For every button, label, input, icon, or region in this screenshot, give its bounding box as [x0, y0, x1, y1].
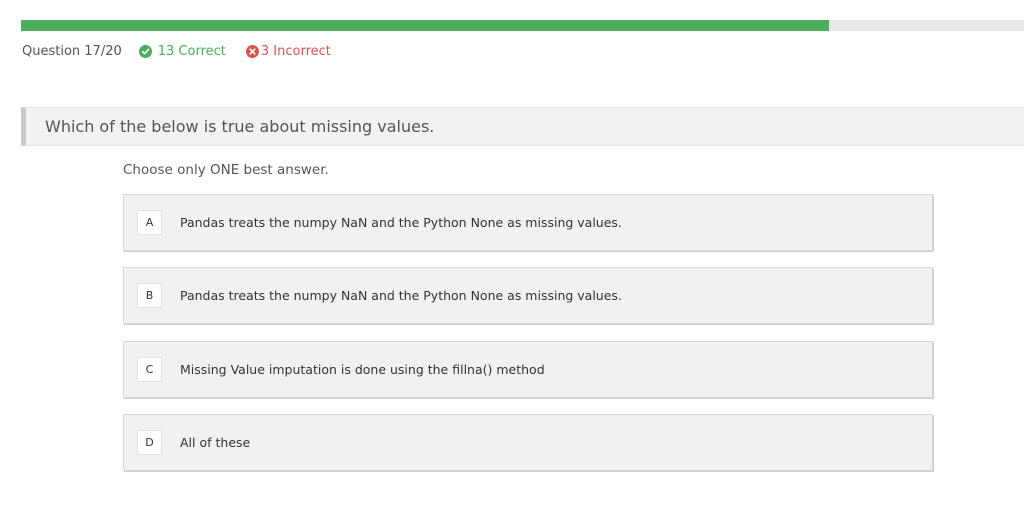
option-letter: B	[137, 283, 162, 308]
answer-instruction: Choose only ONE best answer.	[123, 162, 329, 178]
question-counter: Question 17/20	[22, 43, 122, 59]
question-text: Which of the below is true about missing…	[45, 117, 435, 136]
option-text: All of these	[180, 435, 251, 450]
x-circle-icon	[245, 44, 259, 58]
progress-bar	[21, 20, 1024, 31]
option-letter: C	[137, 357, 162, 382]
incorrect-count: 3 Incorrect	[245, 43, 331, 59]
answer-option-b[interactable]: B Pandas treats the numpy NaN and the Py…	[123, 267, 933, 324]
progress-bar-fill	[21, 20, 830, 31]
correct-count: 13 Correct	[138, 43, 226, 59]
option-text: Pandas treats the numpy NaN and the Pyth…	[180, 288, 622, 303]
quiz-stats: Question 17/20 13 Correct 3 Incorrect	[22, 43, 331, 59]
correct-count-label: 13 Correct	[157, 43, 226, 59]
option-letter: A	[137, 210, 162, 235]
answer-option-d[interactable]: D All of these	[123, 414, 933, 471]
check-circle-icon	[138, 44, 152, 58]
answer-option-a[interactable]: A Pandas treats the numpy NaN and the Py…	[123, 194, 933, 251]
incorrect-count-label: 3 Incorrect	[260, 43, 331, 59]
option-text: Pandas treats the numpy NaN and the Pyth…	[180, 215, 622, 230]
answer-option-c[interactable]: C Missing Value imputation is done using…	[123, 341, 933, 398]
option-text: Missing Value imputation is done using t…	[180, 362, 545, 377]
question-box: Which of the below is true about missing…	[21, 107, 1024, 146]
option-letter: D	[137, 430, 162, 455]
